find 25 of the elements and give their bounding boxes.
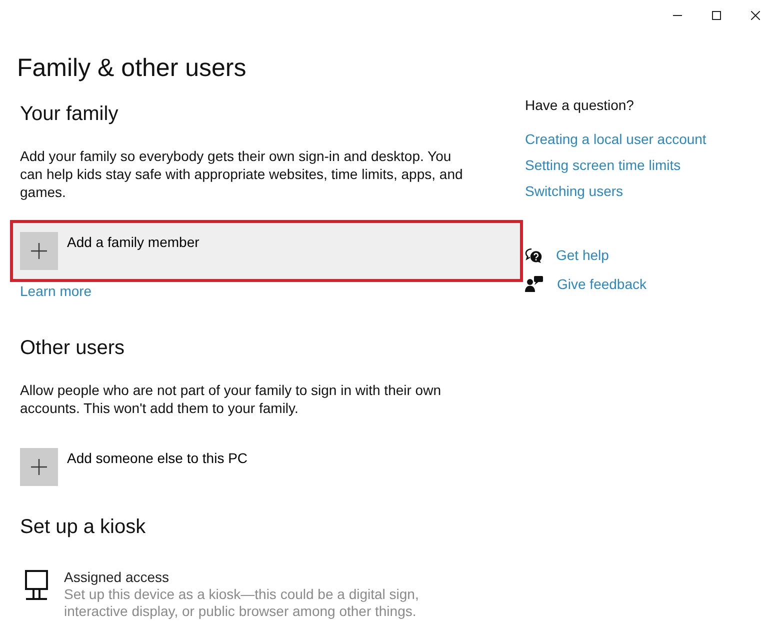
person-speech-icon <box>525 276 543 292</box>
kiosk-button[interactable]: Assigned access Set up this device as a kiosk—this could be a digital sign, interactive display, or public browser among other things. <box>20 568 444 620</box>
maximize-icon <box>712 10 721 20</box>
kiosk-description: Set up this device as a kiosk—this could be a digital sign, interactive display, or public browser among other things. <box>64 586 420 620</box>
section-heading: Other users <box>20 336 124 361</box>
help-title: Have a question? <box>525 96 634 114</box>
plus-icon <box>20 232 58 270</box>
plus-icon <box>20 448 58 486</box>
section-description: Add your family so everybody gets their own sign-in and desktop. You can help kids stay safe with appropriate websites, time limits, apps, and games. <box>20 147 464 201</box>
feedback-link[interactable]: Give feedback <box>525 275 646 293</box>
add-button[interactable]: Add someone else to this PC <box>20 448 248 486</box>
help-link[interactable]: Get help <box>525 246 609 264</box>
help-topic-link[interactable]: Creating a local user account <box>525 130 706 148</box>
section-heading: Set up a kiosk <box>20 515 146 540</box>
learn-more-link[interactable]: Learn more <box>20 282 92 300</box>
section-heading: Your family <box>20 102 118 127</box>
close-icon <box>751 10 760 20</box>
add-button[interactable]: Add a family member <box>10 220 523 282</box>
chat-question-icon <box>525 248 542 262</box>
minimize-icon <box>673 14 682 16</box>
section-description: Allow people who are not part of your family to sign in with their own accounts. This won't add them to your family. <box>20 381 442 417</box>
help-topic-link[interactable]: Switching users <box>525 182 624 200</box>
page-title: Family & other users <box>17 53 246 84</box>
kiosk-icon <box>25 570 48 600</box>
help-topic-link[interactable]: Setting screen time limits <box>525 156 681 174</box>
